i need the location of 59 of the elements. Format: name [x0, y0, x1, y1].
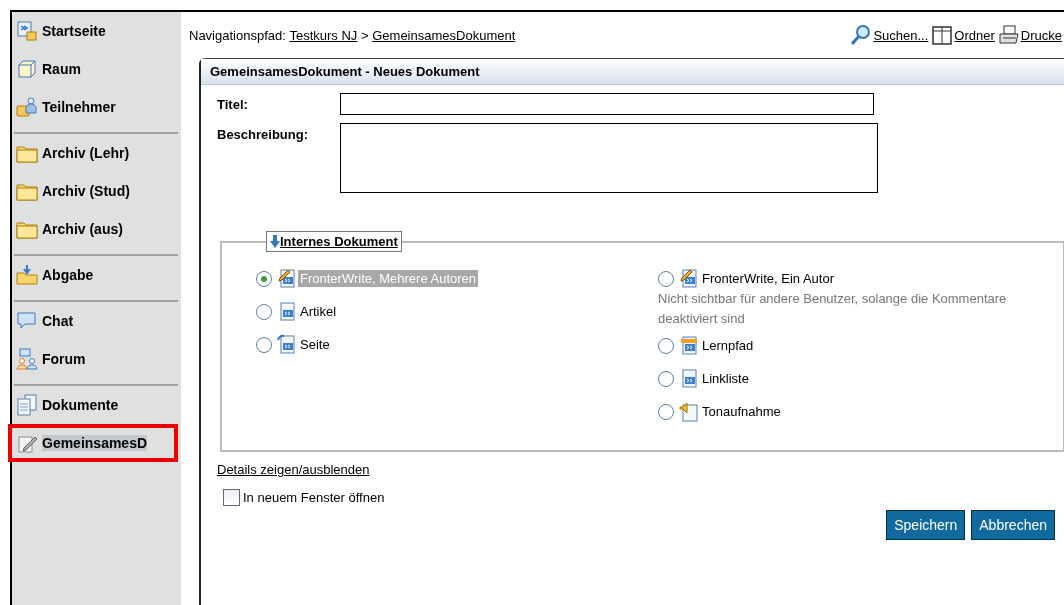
speaker-document-icon — [678, 400, 700, 423]
sidebar-item[interactable]: GemeinsamesD — [8, 424, 178, 462]
book-icon — [931, 24, 954, 46]
sidebar-item[interactable]: Abgabe — [8, 256, 178, 294]
sidebar-item[interactable]: Startseite — [8, 12, 178, 50]
field-label: Beschreibung: — [217, 126, 309, 144]
toolbar-link[interactable]: Drucke — [997, 24, 1062, 46]
breadcrumb-separator: > — [361, 27, 369, 43]
sidebar-item[interactable]: Archiv (Stud) — [8, 172, 178, 210]
checkbox[interactable] — [223, 489, 240, 506]
document-icon — [276, 267, 298, 290]
field-label: Titel: — [217, 96, 249, 114]
breadcrumb-link[interactable]: Testkurs NJ — [289, 27, 358, 43]
radio-button[interactable] — [658, 403, 674, 420]
option-label: Lernpfad — [701, 337, 755, 354]
details-link[interactable]: Details zeigen/ausblenden — [217, 462, 370, 477]
folder-arrow-icon — [16, 264, 38, 286]
toolbar-link[interactable]: Suchen... — [850, 24, 929, 46]
sidebar-item[interactable]: Dokumente — [8, 386, 178, 424]
option-label: FronterWrite, Ein Autor — [701, 270, 835, 287]
people-icon — [16, 348, 38, 370]
document-icon — [678, 267, 700, 290]
title-field[interactable] — [340, 93, 874, 115]
option-label: Linkliste — [701, 370, 750, 387]
form-button[interactable]: Abbrechen — [971, 510, 1055, 540]
toolbar-link[interactable]: Ordner — [931, 24, 995, 46]
description-field[interactable] — [340, 123, 878, 193]
home-page-icon — [16, 20, 38, 42]
panel-title: GemeinsamesDokument - Neues Dokument — [201, 59, 1064, 85]
radio-button[interactable] — [658, 270, 674, 287]
radio-button[interactable] — [256, 303, 272, 320]
sidebar-item[interactable]: Teilnehmer — [8, 88, 178, 126]
radio-button[interactable] — [256, 336, 272, 353]
sidebar-item[interactable]: Chat — [8, 302, 178, 340]
printer-icon — [997, 24, 1020, 46]
sidebar-item[interactable]: Raum — [8, 50, 178, 88]
radio-button[interactable] — [256, 270, 272, 287]
radio-button[interactable] — [658, 337, 674, 354]
down-arrow-icon — [270, 235, 280, 248]
sidebar-item[interactable]: Archiv (Lehr) — [8, 134, 178, 172]
breadcrumb-label: Navigationspfad: — [189, 27, 286, 43]
option-label: FronterWrite, Mehrere Autoren — [298, 270, 479, 287]
document-icon — [678, 334, 700, 357]
sidebar-item[interactable]: Forum — [8, 340, 178, 378]
cube-icon — [16, 58, 38, 80]
checkbox-label: In neuem Fenster öffnen — [243, 490, 385, 505]
option-label: Artikel — [299, 303, 338, 320]
option-label: Tonaufnahme — [701, 403, 782, 420]
option-hint: Nicht sichtbar für andere Benutzer, solange die Kommentare deaktiviert sind — [658, 290, 1008, 328]
document-icon — [276, 333, 298, 356]
person-icon — [16, 96, 38, 118]
sidebar-item[interactable]: Archiv (aus) — [8, 210, 178, 248]
form-button[interactable]: Speichern — [886, 510, 966, 540]
section-toggle-link[interactable]: Internes Dokument — [280, 234, 398, 249]
documents-icon — [16, 394, 38, 416]
breadcrumb-link[interactable]: GemeinsamesDokument — [372, 27, 516, 43]
search-icon — [850, 24, 873, 46]
option-label: Seite — [299, 336, 331, 353]
radio-button[interactable] — [658, 370, 674, 387]
